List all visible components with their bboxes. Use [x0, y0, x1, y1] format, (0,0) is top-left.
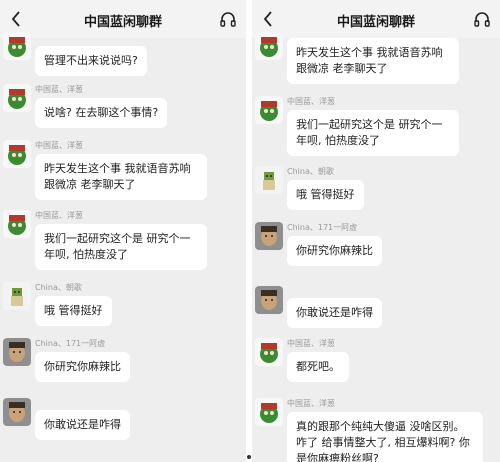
avatar[interactable] — [255, 398, 283, 426]
avatar[interactable] — [3, 398, 31, 426]
message-bubble: 你敢说还是咋得 — [287, 298, 382, 328]
avatar[interactable] — [255, 222, 283, 250]
headset-icon[interactable] — [218, 10, 238, 30]
left-chat-pane: 中国蓝闲聊群 管理不出来说说吗? 中国蓝、洋葱 说啥? 在去聊这个事情? 中国蓝… — [0, 0, 246, 462]
message-bubble: 管理不出来说说吗? — [35, 46, 147, 76]
message-bubble: 你研究你麻辣比 — [35, 352, 130, 382]
avatar[interactable] — [255, 166, 283, 194]
message-bubble: 昨天发生这个事 我就语音苏响 跟微凉 老李聊天了 — [35, 154, 207, 200]
sender-name: 中国蓝、洋葱 — [35, 211, 83, 220]
sender-name: China、朝歌 — [287, 167, 334, 176]
avatar[interactable] — [3, 282, 31, 310]
avatar[interactable] — [255, 32, 283, 60]
chat-title: 中国蓝闲聊群 — [83, 15, 162, 30]
message-bubble: 昨天发生这个事 我就语音苏响 跟微凉 老李聊天了 — [287, 38, 459, 84]
chat-title: 中国蓝闲聊群 — [336, 15, 415, 30]
right-chat-pane: 中国蓝闲聊群 昨天发生这个事 我就语音苏响 跟微凉 老李聊天了 中国蓝、洋葱 我… — [252, 0, 500, 462]
message-bubble: 你敢说还是咋得 — [35, 410, 130, 440]
avatar[interactable] — [3, 84, 31, 112]
message-bubble: 哦 管得挺好 — [287, 180, 364, 210]
message-bubble: 说啥? 在去聊这个事情? — [35, 98, 168, 128]
chat-header: 中国蓝闲聊群 — [252, 0, 500, 38]
sender-name: China、朝歌 — [35, 283, 82, 292]
message-bubble: 真的跟那个纯纯大傻逼 没啥区别。咋了 给事情整大了, 相互爆料啊? 你是你麻痹粉… — [287, 412, 483, 462]
avatar[interactable] — [3, 338, 31, 366]
headset-icon[interactable] — [472, 10, 492, 30]
avatar[interactable] — [255, 338, 283, 366]
message-bubble: 你研究你麻辣比 — [287, 236, 382, 266]
sender-name: China、171一阿虚 — [35, 339, 106, 348]
sender-name: 中国蓝、洋葱 — [287, 339, 335, 348]
chat-header: 中国蓝闲聊群 — [0, 0, 246, 38]
sender-name: China、171一阿虚 — [287, 223, 358, 232]
page-indicator-dot — [247, 455, 251, 459]
avatar[interactable] — [3, 210, 31, 238]
avatar[interactable] — [3, 140, 31, 168]
message-bubble: 哦 管得挺好 — [35, 296, 112, 326]
message-bubble: 我们一起研究这个是 研究个一年呗, 怕热度没了 — [35, 224, 207, 270]
avatar[interactable] — [3, 32, 31, 60]
avatar[interactable] — [255, 286, 283, 314]
avatar[interactable] — [255, 96, 283, 124]
message-bubble: 都死吧。 — [287, 352, 349, 382]
sender-name: 中国蓝、洋葱 — [287, 97, 335, 106]
sender-name: 中国蓝、洋葱 — [35, 141, 83, 150]
sender-name: 中国蓝、洋葱 — [287, 399, 335, 408]
sender-name: 中国蓝、洋葱 — [35, 85, 83, 94]
screenshot-collage: 中国蓝闲聊群 管理不出来说说吗? 中国蓝、洋葱 说啥? 在去聊这个事情? 中国蓝… — [0, 0, 500, 462]
message-bubble: 我们一起研究这个是 研究个一年呗, 怕热度没了 — [287, 110, 459, 156]
